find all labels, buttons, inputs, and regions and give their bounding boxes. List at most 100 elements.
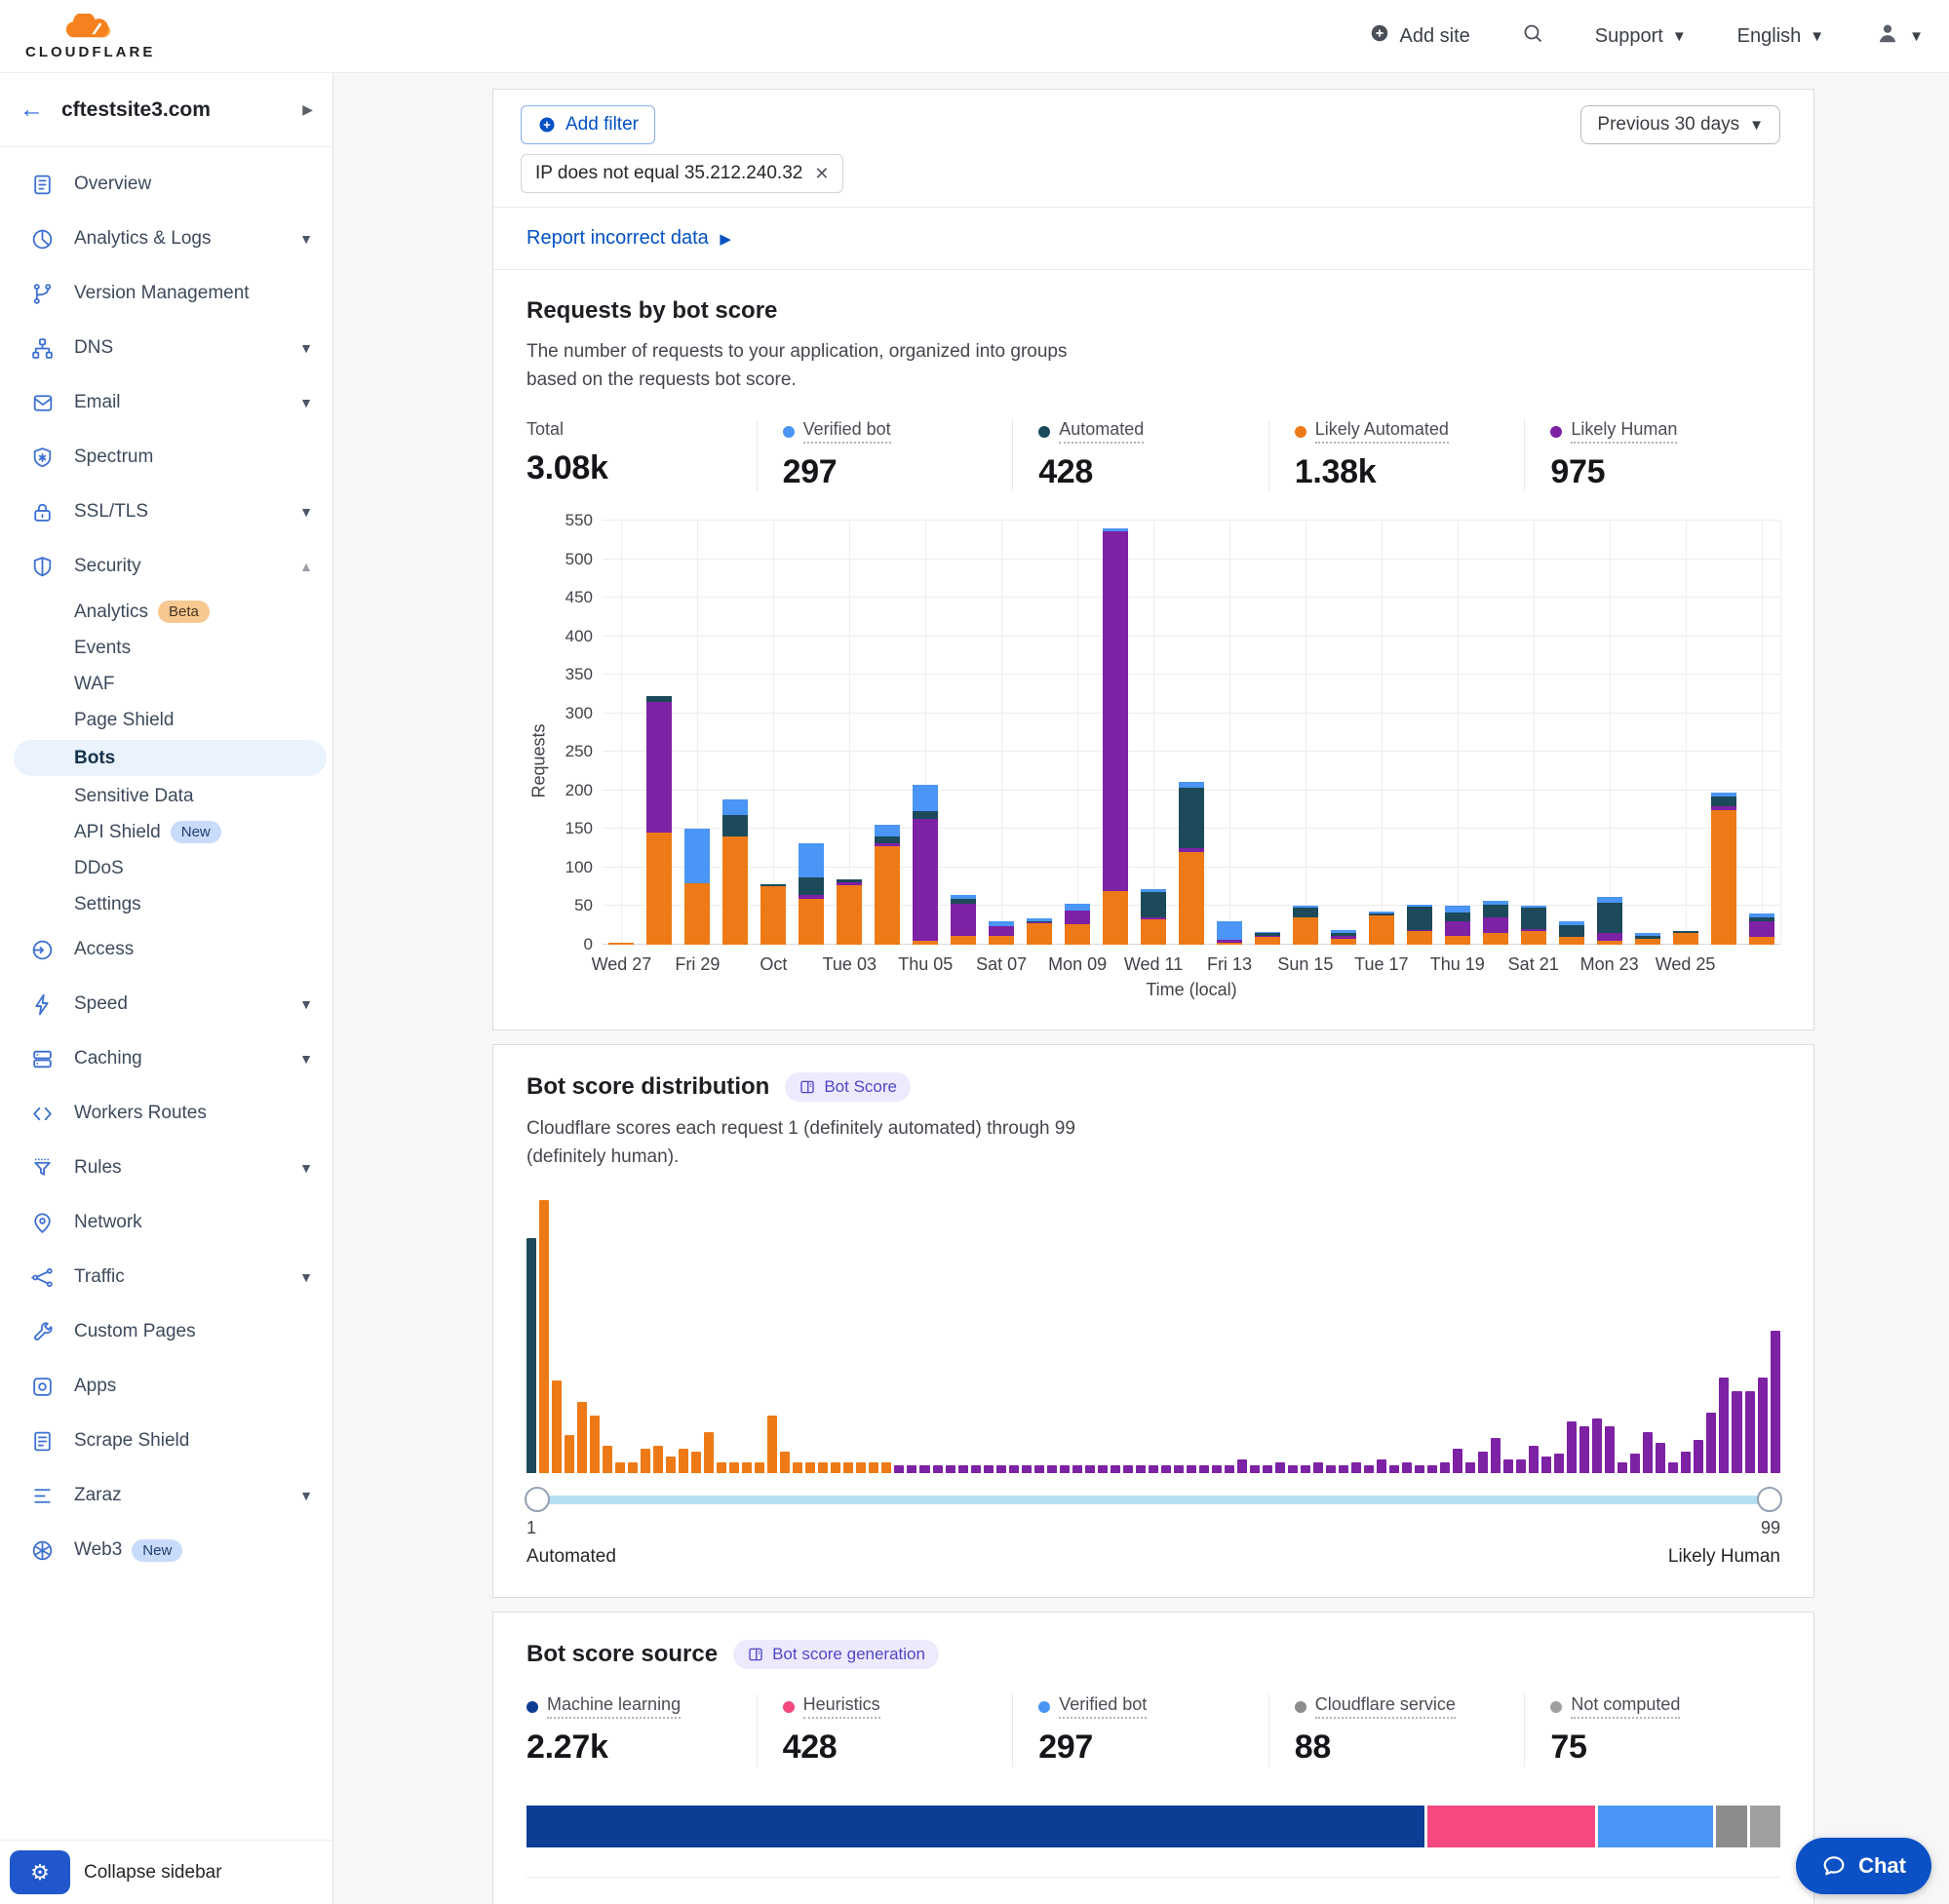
histogram-bar[interactable] (946, 1465, 955, 1473)
sidebar-item-zaraz[interactable]: Zaraz▼ (0, 1468, 332, 1523)
bar-stack[interactable] (1407, 905, 1432, 945)
bar-stack[interactable] (760, 884, 786, 945)
sidebar-item-caching[interactable]: Caching▼ (0, 1031, 332, 1086)
sidebar-item-waf[interactable]: WAF (0, 666, 332, 702)
histogram-bar[interactable] (742, 1462, 752, 1473)
histogram-bar[interactable] (919, 1465, 929, 1473)
histogram-bar[interactable] (1618, 1462, 1627, 1473)
language-menu[interactable]: English ▼ (1737, 25, 1824, 48)
bar-stack[interactable] (1293, 906, 1318, 945)
histogram-bar[interactable] (1630, 1454, 1640, 1473)
histogram-bar[interactable] (1250, 1465, 1260, 1473)
bar-stack[interactable] (1217, 921, 1242, 945)
sidebar-item-email[interactable]: Email▼ (0, 375, 332, 430)
chevron-right-icon[interactable]: ▶ (302, 101, 313, 118)
histogram-bar[interactable] (1034, 1465, 1044, 1473)
bar-stack[interactable] (1103, 528, 1128, 945)
sidebar-item-spectrum[interactable]: Spectrum (0, 430, 332, 485)
sidebar-item-overview[interactable]: Overview (0, 157, 332, 212)
bar-stack[interactable] (913, 785, 938, 945)
histogram-bar[interactable] (1111, 1465, 1120, 1473)
histogram-bar[interactable] (1339, 1465, 1348, 1473)
bar-stack[interactable] (1749, 913, 1774, 945)
close-icon[interactable]: ✕ (814, 164, 829, 184)
histogram-bar[interactable] (958, 1465, 968, 1473)
search-button[interactable] (1521, 21, 1544, 51)
histogram-bar[interactable] (843, 1462, 853, 1473)
histogram-bar[interactable] (1123, 1465, 1133, 1473)
histogram-bar[interactable] (1060, 1465, 1070, 1473)
report-incorrect-data-link[interactable]: Report incorrect data ▶ (526, 227, 731, 249)
histogram-bar[interactable] (1174, 1465, 1184, 1473)
histogram-bar[interactable] (1072, 1465, 1082, 1473)
histogram-bar[interactable] (666, 1457, 676, 1473)
sidebar-item-page-shield[interactable]: Page Shield (0, 702, 332, 738)
histogram-bar[interactable] (1567, 1421, 1577, 1473)
sidebar-item-rules[interactable]: Rules▼ (0, 1141, 332, 1195)
bar-stack[interactable] (875, 825, 900, 945)
histogram-bar[interactable] (1377, 1459, 1386, 1473)
histogram-bar[interactable] (691, 1452, 701, 1473)
slider-handle-max[interactable] (1757, 1487, 1782, 1512)
histogram-bar[interactable] (755, 1462, 764, 1473)
bar-stack[interactable] (799, 843, 824, 945)
histogram-bar[interactable] (881, 1462, 891, 1473)
histogram-bar[interactable] (1478, 1452, 1488, 1473)
account-menu[interactable]: ▼ (1875, 20, 1924, 52)
histogram-bar[interactable] (1161, 1465, 1171, 1473)
histogram-bar[interactable] (526, 1238, 536, 1473)
histogram-bar[interactable] (1199, 1465, 1209, 1473)
sidebar-item-custom-pages[interactable]: Custom Pages (0, 1304, 332, 1359)
histogram-bar[interactable] (805, 1462, 815, 1473)
histogram-bar[interactable] (1465, 1462, 1475, 1473)
histogram-bar[interactable] (1541, 1457, 1551, 1473)
stat-label[interactable]: Total (526, 419, 564, 440)
sidebar-item-security[interactable]: Security▲ (0, 539, 332, 594)
stat-label[interactable]: Automated (1038, 419, 1144, 444)
histogram-bar[interactable] (1313, 1462, 1323, 1473)
bar-stack[interactable] (1597, 897, 1622, 945)
histogram-bar[interactable] (1415, 1465, 1424, 1473)
histogram-bar[interactable] (1681, 1452, 1691, 1473)
histogram-bar[interactable] (1022, 1465, 1032, 1473)
histogram-bar[interactable] (894, 1465, 904, 1473)
histogram-bar[interactable] (565, 1435, 574, 1473)
sidebar-item-version-management[interactable]: Version Management (0, 266, 332, 321)
sidebar-item-workers-routes[interactable]: Workers Routes (0, 1086, 332, 1141)
sidebar-item-traffic[interactable]: Traffic▼ (0, 1250, 332, 1304)
bar-stack[interactable] (646, 696, 672, 945)
sidebar-item-analytics-logs[interactable]: Analytics & Logs▼ (0, 212, 332, 266)
stat-label[interactable]: Cloudflare service (1295, 1694, 1456, 1719)
bot-score-generation-badge[interactable]: Bot score generation (733, 1640, 939, 1669)
histogram-bar[interactable] (1503, 1459, 1513, 1473)
stat-label[interactable]: Verified bot (783, 419, 891, 444)
sidebar-item-sensitive-data[interactable]: Sensitive Data (0, 778, 332, 814)
bar-stack[interactable] (951, 895, 976, 945)
histogram-bar[interactable] (1491, 1438, 1501, 1473)
sidebar-item-scrape-shield[interactable]: Scrape Shield (0, 1414, 332, 1468)
bar-stack[interactable] (1331, 930, 1356, 945)
histogram-bar[interactable] (628, 1462, 638, 1473)
histogram-bar[interactable] (996, 1465, 1006, 1473)
histogram-bar[interactable] (641, 1449, 650, 1473)
histogram-bar[interactable] (1047, 1465, 1057, 1473)
sidebar-item-apps[interactable]: Apps (0, 1359, 332, 1414)
histogram-bar[interactable] (767, 1416, 777, 1473)
histogram-bar[interactable] (1771, 1331, 1780, 1473)
histogram-bar[interactable] (1263, 1465, 1272, 1473)
bar-stack[interactable] (1559, 921, 1584, 945)
bar-stack[interactable] (1255, 932, 1280, 945)
stat-label[interactable]: Heuristics (783, 1694, 880, 1719)
histogram-bar[interactable] (1009, 1465, 1019, 1473)
bar-stack[interactable] (1673, 931, 1698, 945)
histogram-bar[interactable] (603, 1446, 612, 1473)
slider-handle-min[interactable] (525, 1487, 550, 1512)
bar-stack[interactable] (684, 829, 710, 945)
stat-label[interactable]: Verified bot (1038, 1694, 1147, 1719)
bar-stack[interactable] (1179, 782, 1204, 945)
histogram-bar[interactable] (577, 1402, 587, 1473)
histogram-bar[interactable] (1694, 1440, 1703, 1473)
histogram-bar[interactable] (1453, 1449, 1462, 1473)
histogram-bar[interactable] (1351, 1462, 1361, 1473)
histogram-bar[interactable] (1225, 1465, 1234, 1473)
